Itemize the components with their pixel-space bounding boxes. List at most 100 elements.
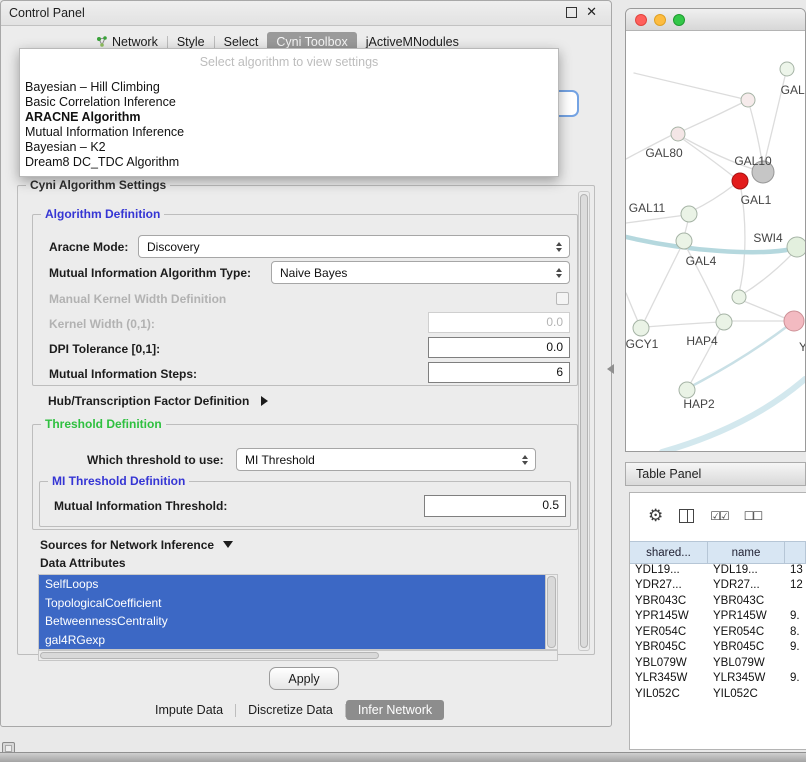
network-edge[interactable]: [743, 252, 794, 294]
column-header[interactable]: [785, 542, 806, 563]
tab-network-label: Network: [112, 35, 158, 49]
network-node-label: HAP2: [683, 397, 715, 411]
network-node[interactable]: [787, 237, 805, 257]
table-row[interactable]: YLR345WYLR345W9.: [630, 671, 806, 687]
sources-label: Sources for Network Inference: [40, 538, 214, 552]
network-node-label: GAL10: [734, 154, 772, 168]
network-window-titlebar[interactable]: [626, 9, 805, 31]
which-threshold-combobox[interactable]: MI Threshold: [236, 448, 536, 471]
network-node[interactable]: [681, 206, 697, 222]
tab-discretize-data[interactable]: Discretize Data: [236, 700, 345, 720]
network-node[interactable]: [784, 311, 804, 331]
dropdown-item[interactable]: Basic Correlation Inference: [20, 95, 558, 110]
settings-scrollbar-thumb[interactable]: [580, 194, 588, 648]
mi-steps-label: Mutual Information Steps:: [49, 366, 197, 382]
combo-arrows-icon: [556, 242, 562, 252]
dropdown-item-selected[interactable]: ARACNE Algorithm: [20, 110, 558, 125]
apply-button[interactable]: Apply: [269, 667, 339, 690]
column-layout-icon[interactable]: [679, 509, 694, 523]
network-edge[interactable]: [741, 300, 787, 319]
table-row[interactable]: YBR045CYBR045C9.: [630, 640, 806, 656]
settings-scrollbar[interactable]: [578, 191, 590, 651]
network-node[interactable]: [716, 314, 732, 330]
dropdown-item[interactable]: Dream8 DC_TDC Algorithm: [20, 155, 558, 170]
network-node-label: GAL1: [741, 193, 772, 207]
hub-section-toggle[interactable]: Hub/Transcription Factor Definition: [48, 393, 268, 409]
network-node[interactable]: [741, 93, 755, 107]
deselect-all-icon[interactable]: ☐☐: [744, 509, 762, 523]
attribute-item-selected[interactable]: gal4RGexp: [39, 631, 545, 650]
network-node[interactable]: [679, 382, 695, 398]
network-edge[interactable]: [626, 215, 686, 223]
data-attributes-list: SelfLoops TopologicalCoefficient Between…: [38, 574, 558, 650]
tab-infer-network[interactable]: Infer Network: [346, 700, 444, 720]
table-row[interactable]: YER054CYER054C8.: [630, 624, 806, 640]
attribute-item-selected[interactable]: SelfLoops: [39, 575, 545, 594]
table-panel-titlebar[interactable]: Table Panel: [625, 462, 806, 486]
table-row[interactable]: YDL19...YDL19...13: [630, 562, 806, 578]
aracne-mode-label: Aracne Mode:: [49, 239, 128, 255]
minimize-traffic-light[interactable]: [654, 14, 666, 26]
close-traffic-light[interactable]: [635, 14, 647, 26]
network-node[interactable]: [633, 320, 649, 336]
network-node[interactable]: [732, 290, 746, 304]
network-edge[interactable]: [634, 73, 748, 100]
dropdown-item[interactable]: Mutual Information Inference: [20, 125, 558, 140]
network-edge[interactable]: [680, 137, 734, 177]
table-panel: ⚙ ☑☑ ☐☐ shared... name YDL19...YDL19...1…: [629, 492, 806, 750]
column-header[interactable]: shared...: [630, 542, 708, 563]
settings-group-title: Cyni Algorithm Settings: [26, 178, 170, 192]
control-panel-titlebar[interactable]: Control Panel ✕: [1, 1, 611, 26]
table-row[interactable]: YIL052CYIL052C: [630, 686, 806, 702]
network-edge[interactable]: [748, 100, 762, 162]
mi-threshold-group-title: MI Threshold Definition: [48, 474, 189, 488]
zoom-traffic-light[interactable]: [673, 14, 685, 26]
network-edge[interactable]: [626, 293, 639, 324]
splitter-collapse-arrow[interactable]: [607, 364, 614, 374]
expanded-arrow-icon: [223, 541, 233, 548]
network-node[interactable]: [676, 233, 692, 249]
select-all-icon[interactable]: ☑☑: [710, 509, 728, 523]
attribute-item-selected[interactable]: BetweennessCentrality: [39, 612, 545, 631]
network-node[interactable]: [671, 127, 685, 141]
table-row[interactable]: YBL079WYBL079W: [630, 655, 806, 671]
attribute-item-selected[interactable]: TopologicalCoefficient: [39, 594, 545, 613]
close-window-icon[interactable]: ✕: [586, 6, 597, 18]
network-node[interactable]: [780, 62, 794, 76]
mi-threshold-field[interactable]: 0.5: [424, 495, 566, 517]
algorithm-dropdown-popup: Select algorithm to view settings Bayesi…: [19, 48, 559, 177]
network-node-label: Y: [799, 340, 805, 354]
attribute-list-vscrollbar[interactable]: [545, 575, 557, 649]
network-edge[interactable]: [643, 245, 682, 324]
mi-type-combobox[interactable]: Naive Bayes: [271, 261, 570, 284]
column-header[interactable]: name: [708, 542, 785, 563]
kernel-width-field[interactable]: 0.0: [428, 312, 570, 333]
table-row[interactable]: YPR145WYPR145W9.: [630, 609, 806, 625]
network-node-label: GAL8: [781, 83, 805, 97]
mi-steps-field[interactable]: 6: [428, 362, 570, 383]
network-graph[interactable]: GAL8GAL80GAL10GAL1GAL11GAL4SWI4HAP4YGCY1…: [626, 31, 805, 452]
dropdown-item[interactable]: Bayesian – K2: [20, 140, 558, 155]
table-header-row: shared... name: [630, 541, 806, 564]
network-edge[interactable]: [692, 185, 734, 211]
sources-toggle[interactable]: Sources for Network Inference: [40, 537, 233, 553]
table-row[interactable]: YDR27...YDR27...12: [630, 578, 806, 594]
tab-impute-data[interactable]: Impute Data: [143, 700, 235, 720]
network-node[interactable]: [732, 173, 748, 189]
manual-kernel-checkbox[interactable]: [556, 292, 569, 305]
float-window-icon[interactable]: [566, 7, 577, 18]
network-tab-icon: [96, 36, 108, 48]
gear-icon[interactable]: ⚙: [648, 507, 663, 525]
algorithm-definition-group: Algorithm Definition Aracne Mode: Discov…: [32, 214, 578, 386]
collapsed-arrow-icon: [261, 396, 268, 406]
dpi-tolerance-field[interactable]: 0.0: [428, 337, 570, 358]
network-edge[interactable]: [680, 100, 748, 132]
combo-arrows-icon: [522, 455, 528, 465]
network-edge[interactable]: [645, 322, 720, 327]
attribute-list-hscrollbar[interactable]: [38, 650, 558, 661]
network-node-label: HAP4: [686, 334, 718, 348]
dropdown-item[interactable]: Bayesian – Hill Climbing: [20, 80, 558, 95]
table-row[interactable]: YBR043CYBR043C: [630, 593, 806, 609]
aracne-mode-combobox[interactable]: Discovery: [138, 235, 570, 258]
network-node-label: SWI4: [753, 231, 783, 245]
